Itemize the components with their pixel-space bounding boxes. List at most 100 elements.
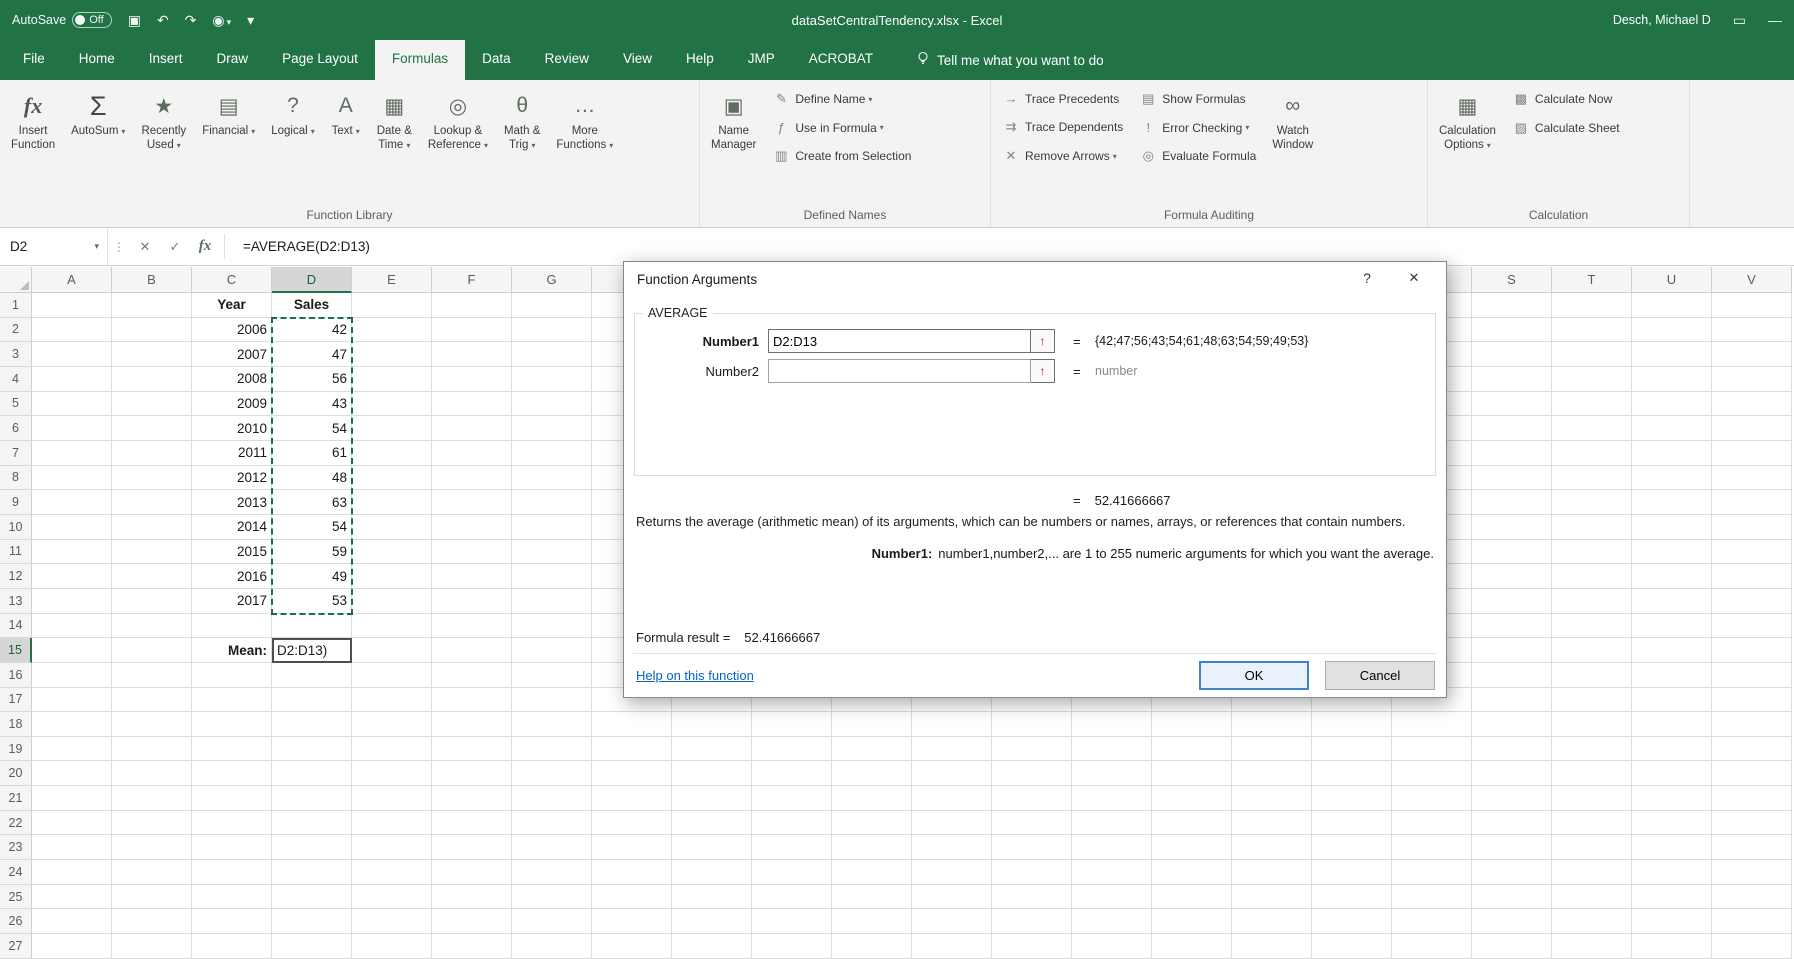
- tab-file[interactable]: File: [6, 40, 62, 80]
- cell-b27[interactable]: [112, 934, 192, 959]
- cell-o18[interactable]: [1152, 712, 1232, 737]
- row-header-14[interactable]: 14: [0, 614, 32, 639]
- cell-j26[interactable]: [752, 909, 832, 934]
- cell-g6[interactable]: [512, 416, 592, 441]
- cell-u13[interactable]: [1632, 589, 1712, 614]
- cell-s9[interactable]: [1472, 490, 1552, 515]
- cell-q27[interactable]: [1312, 934, 1392, 959]
- cell-p22[interactable]: [1232, 811, 1312, 836]
- cell-v3[interactable]: [1712, 342, 1792, 367]
- cell-f9[interactable]: [432, 490, 512, 515]
- column-header-c[interactable]: C: [192, 267, 272, 293]
- cell-a7[interactable]: [32, 441, 112, 466]
- cell-j25[interactable]: [752, 885, 832, 910]
- row-header-27[interactable]: 27: [0, 934, 32, 959]
- cell-o26[interactable]: [1152, 909, 1232, 934]
- tab-home[interactable]: Home: [62, 40, 132, 80]
- dialog-help-button[interactable]: ?: [1357, 270, 1377, 286]
- cell-d24[interactable]: [272, 860, 352, 885]
- cell-u4[interactable]: [1632, 367, 1712, 392]
- cell-o23[interactable]: [1152, 835, 1232, 860]
- cell-a18[interactable]: [32, 712, 112, 737]
- cell-e9[interactable]: [352, 490, 432, 515]
- tab-formulas[interactable]: Formulas: [375, 40, 465, 80]
- cell-s19[interactable]: [1472, 737, 1552, 762]
- cell-b5[interactable]: [112, 392, 192, 417]
- cell-q23[interactable]: [1312, 835, 1392, 860]
- cell-f27[interactable]: [432, 934, 512, 959]
- tab-insert[interactable]: Insert: [132, 40, 200, 80]
- insert-function-fx-button[interactable]: fx: [190, 228, 220, 265]
- cell-f13[interactable]: [432, 589, 512, 614]
- cell-a12[interactable]: [32, 564, 112, 589]
- cell-d15[interactable]: D2:D13): [272, 638, 352, 663]
- cell-t17[interactable]: [1552, 688, 1632, 713]
- cell-h27[interactable]: [592, 934, 672, 959]
- cell-a2[interactable]: [32, 318, 112, 343]
- cell-p18[interactable]: [1232, 712, 1312, 737]
- cell-d11[interactable]: 59: [272, 540, 352, 565]
- autosum-button[interactable]: ΣAutoSum▾: [64, 84, 132, 141]
- cell-s2[interactable]: [1472, 318, 1552, 343]
- customize-qat-icon[interactable]: ▾: [247, 12, 254, 29]
- cell-v8[interactable]: [1712, 466, 1792, 491]
- cell-s3[interactable]: [1472, 342, 1552, 367]
- cell-t1[interactable]: [1552, 293, 1632, 318]
- calculate-sheet-button[interactable]: ▨Calculate Sheet: [1505, 117, 1627, 139]
- cell-r27[interactable]: [1392, 934, 1472, 959]
- cell-m23[interactable]: [992, 835, 1072, 860]
- cell-s14[interactable]: [1472, 614, 1552, 639]
- use-in-formula-button[interactable]: ƒUse in Formula▾: [765, 117, 918, 138]
- cell-t18[interactable]: [1552, 712, 1632, 737]
- cell-e2[interactable]: [352, 318, 432, 343]
- cell-g16[interactable]: [512, 663, 592, 688]
- cell-n25[interactable]: [1072, 885, 1152, 910]
- cell-f15[interactable]: [432, 638, 512, 663]
- cell-e15[interactable]: [352, 638, 432, 663]
- cell-v10[interactable]: [1712, 515, 1792, 540]
- cell-u21[interactable]: [1632, 786, 1712, 811]
- cell-o24[interactable]: [1152, 860, 1232, 885]
- cell-b3[interactable]: [112, 342, 192, 367]
- cell-b1[interactable]: [112, 293, 192, 318]
- cancel-button[interactable]: Cancel: [1325, 661, 1435, 690]
- cell-v14[interactable]: [1712, 614, 1792, 639]
- cell-b25[interactable]: [112, 885, 192, 910]
- cell-e27[interactable]: [352, 934, 432, 959]
- cell-c11[interactable]: 2015: [192, 540, 272, 565]
- cell-u10[interactable]: [1632, 515, 1712, 540]
- cell-v26[interactable]: [1712, 909, 1792, 934]
- cell-r25[interactable]: [1392, 885, 1472, 910]
- cell-h24[interactable]: [592, 860, 672, 885]
- cell-s23[interactable]: [1472, 835, 1552, 860]
- cell-g13[interactable]: [512, 589, 592, 614]
- cell-f25[interactable]: [432, 885, 512, 910]
- cell-l22[interactable]: [912, 811, 992, 836]
- define-name-button[interactable]: ✎Define Name▾: [765, 88, 918, 110]
- cell-v1[interactable]: [1712, 293, 1792, 318]
- cell-b14[interactable]: [112, 614, 192, 639]
- cell-h22[interactable]: [592, 811, 672, 836]
- cell-r20[interactable]: [1392, 761, 1472, 786]
- cell-e18[interactable]: [352, 712, 432, 737]
- cell-d5[interactable]: 43: [272, 392, 352, 417]
- cell-a27[interactable]: [32, 934, 112, 959]
- cell-c8[interactable]: 2012: [192, 466, 272, 491]
- cell-b16[interactable]: [112, 663, 192, 688]
- cell-u1[interactable]: [1632, 293, 1712, 318]
- cell-s25[interactable]: [1472, 885, 1552, 910]
- cell-e24[interactable]: [352, 860, 432, 885]
- cell-a24[interactable]: [32, 860, 112, 885]
- cell-g15[interactable]: [512, 638, 592, 663]
- cell-t13[interactable]: [1552, 589, 1632, 614]
- cell-c18[interactable]: [192, 712, 272, 737]
- cell-j21[interactable]: [752, 786, 832, 811]
- tab-view[interactable]: View: [606, 40, 669, 80]
- cell-c15[interactable]: Mean:: [192, 638, 272, 663]
- cell-g2[interactable]: [512, 318, 592, 343]
- cell-m19[interactable]: [992, 737, 1072, 762]
- column-header-s[interactable]: S: [1472, 267, 1552, 293]
- cell-m20[interactable]: [992, 761, 1072, 786]
- cell-s21[interactable]: [1472, 786, 1552, 811]
- cell-k24[interactable]: [832, 860, 912, 885]
